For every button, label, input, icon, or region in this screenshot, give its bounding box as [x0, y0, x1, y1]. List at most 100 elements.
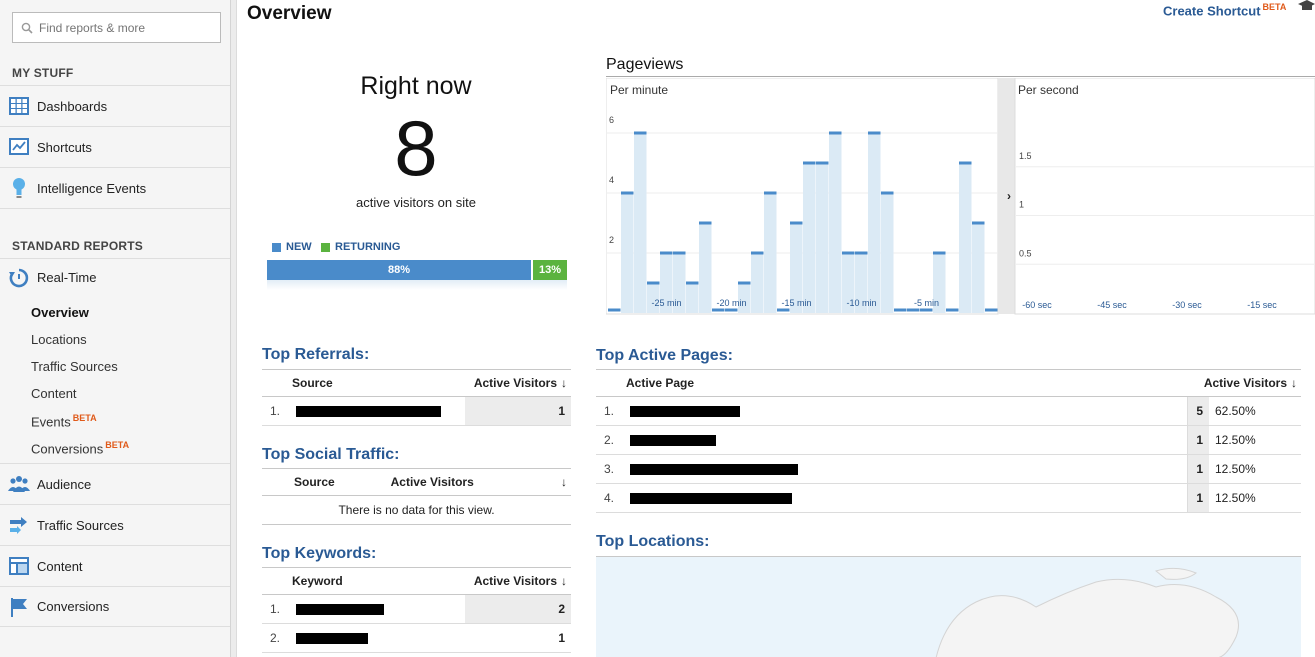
- x-tick-label: -25 min: [651, 298, 681, 308]
- nav-conversions[interactable]: Conversions: [0, 586, 230, 627]
- bar-cap: [829, 131, 842, 135]
- active-visitors-count: 8: [394, 104, 438, 192]
- redacted-keyword: [296, 633, 368, 645]
- y-tick-label: 4: [609, 175, 614, 185]
- bar-cap: [855, 251, 868, 255]
- bar-cap: [881, 191, 894, 195]
- row-percent: 12.50%: [1209, 425, 1301, 455]
- bar-cap: [621, 191, 634, 195]
- bar[interactable]: [972, 223, 985, 313]
- nav-realtime-locations[interactable]: Locations: [31, 332, 87, 347]
- nav-realtime-overview[interactable]: Overview: [31, 305, 89, 320]
- bar[interactable]: [881, 193, 894, 313]
- search-input[interactable]: [39, 20, 209, 35]
- col-pages-visitors[interactable]: Active Visitors ↓: [1187, 369, 1301, 397]
- visitor-ratio-bar: 88% 13%: [267, 260, 567, 280]
- nav-realtime[interactable]: Real-Time: [0, 258, 230, 296]
- sort-arrow-icon: ↓: [1291, 376, 1297, 390]
- bar[interactable]: [959, 163, 972, 313]
- nav-traffic-sources[interactable]: Traffic Sources: [0, 504, 230, 545]
- col-keyword-visitors[interactable]: Active Visitors ↓: [465, 567, 571, 595]
- row-number: 2.: [604, 433, 615, 447]
- bar-cap: [933, 251, 946, 255]
- bar-cap: [946, 308, 959, 312]
- table-row[interactable]: 2. 1: [262, 623, 571, 653]
- bar[interactable]: [816, 163, 829, 313]
- graduation-cap-icon[interactable]: [1298, 0, 1315, 12]
- col-keyword[interactable]: Keyword: [262, 567, 465, 595]
- legend-returning: RETURNING: [321, 241, 400, 253]
- col-active-page[interactable]: Active Page: [596, 369, 1187, 397]
- sort-arrow-icon[interactable]: ↓: [535, 468, 571, 496]
- bar[interactable]: [751, 253, 764, 313]
- row-number: 2.: [270, 631, 281, 645]
- col-active-visitors-label: Active Visitors: [473, 376, 557, 390]
- standard-reports-title: STANDARD REPORTS: [12, 239, 143, 253]
- sort-arrow-icon: ↓: [561, 376, 567, 390]
- redacted-page: [630, 406, 740, 418]
- bar-cap: [972, 221, 985, 225]
- y-tick-label: 1.5: [1019, 151, 1032, 161]
- map-landmass: [935, 567, 1239, 657]
- table-row[interactable]: 1. 2: [262, 594, 571, 624]
- bar-cap: [738, 281, 751, 285]
- bar-cap: [751, 251, 764, 255]
- ratio-returning-segment: 13%: [531, 260, 567, 280]
- row-percent: 12.50%: [1209, 483, 1301, 513]
- nav-intelligence-events[interactable]: Intelligence Events: [0, 167, 230, 208]
- bar-cap: [608, 308, 621, 312]
- expand-arrow-icon[interactable]: ›: [1007, 189, 1011, 203]
- nav-realtime-events[interactable]: Events BETA: [31, 413, 97, 429]
- search-box[interactable]: [12, 12, 221, 43]
- col-social-visitors[interactable]: Active Visitors: [390, 468, 536, 496]
- bar-cap: [777, 308, 790, 312]
- bar[interactable]: [868, 133, 881, 313]
- nav-content-label: Content: [37, 558, 83, 574]
- bar[interactable]: [634, 133, 647, 313]
- bar[interactable]: [764, 193, 777, 313]
- nav-audience[interactable]: Audience: [0, 463, 230, 504]
- no-data-message: There is no data for this view.: [262, 495, 571, 525]
- table-row[interactable]: 4. 1 12.50%: [596, 483, 1301, 513]
- nav-realtime-conversions[interactable]: Conversions BETA: [31, 440, 129, 456]
- nav-intelligence-label: Intelligence Events: [37, 180, 147, 196]
- bar-cap: [920, 308, 933, 312]
- table-row[interactable]: 1. 5 62.50%: [596, 396, 1301, 426]
- nav-dashboards[interactable]: Dashboards: [0, 85, 230, 126]
- bar[interactable]: [699, 223, 712, 313]
- legend-returning-swatch: [321, 242, 330, 252]
- col-active-visitors[interactable]: Active Visitors ↓: [465, 369, 571, 397]
- pageviews-divider: [606, 76, 1315, 77]
- x-tick-label: -5 min: [914, 298, 939, 308]
- row-percent: 62.50%: [1209, 396, 1301, 426]
- divider: [0, 208, 230, 209]
- col-source[interactable]: Source: [262, 369, 465, 397]
- bar[interactable]: [621, 193, 634, 313]
- create-shortcut-link[interactable]: Create Shortcut BETA: [1163, 2, 1286, 18]
- row-value: 5: [1187, 396, 1209, 426]
- table-row[interactable]: 3. 1 12.50%: [596, 454, 1301, 484]
- bar[interactable]: [803, 163, 816, 313]
- col-social-source[interactable]: Source: [262, 468, 391, 496]
- table-row[interactable]: 1. 1: [262, 396, 571, 426]
- nav-realtime-content[interactable]: Content: [31, 386, 77, 401]
- sidebar-gutter[interactable]: [231, 0, 237, 657]
- nav-shortcuts-label: Shortcuts: [37, 139, 92, 155]
- nav-realtime-traffic-sources[interactable]: Traffic Sources: [31, 359, 118, 374]
- bar[interactable]: [829, 133, 842, 313]
- top-locations-title: Top Locations:: [596, 533, 710, 550]
- y-tick-label: 0.5: [1019, 248, 1032, 258]
- nav-shortcuts[interactable]: Shortcuts: [0, 126, 230, 167]
- dashboards-icon: [8, 95, 30, 117]
- shortcuts-icon: [8, 136, 30, 158]
- nav-traffic-sources-label: Traffic Sources: [37, 517, 124, 533]
- sidebar: MY STUFF Dashboards Shortcuts Intelligen…: [0, 0, 231, 657]
- col-pages-visitors-label: Active Visitors: [1203, 376, 1287, 390]
- intelligence-icon: [8, 177, 30, 199]
- locations-map[interactable]: [596, 556, 1301, 657]
- nav-content[interactable]: Content: [0, 545, 230, 586]
- table-row[interactable]: 2. 1 12.50%: [596, 425, 1301, 455]
- top-keywords-title: Top Keywords:: [262, 545, 377, 562]
- audience-icon: [8, 473, 30, 495]
- bar[interactable]: [686, 283, 699, 313]
